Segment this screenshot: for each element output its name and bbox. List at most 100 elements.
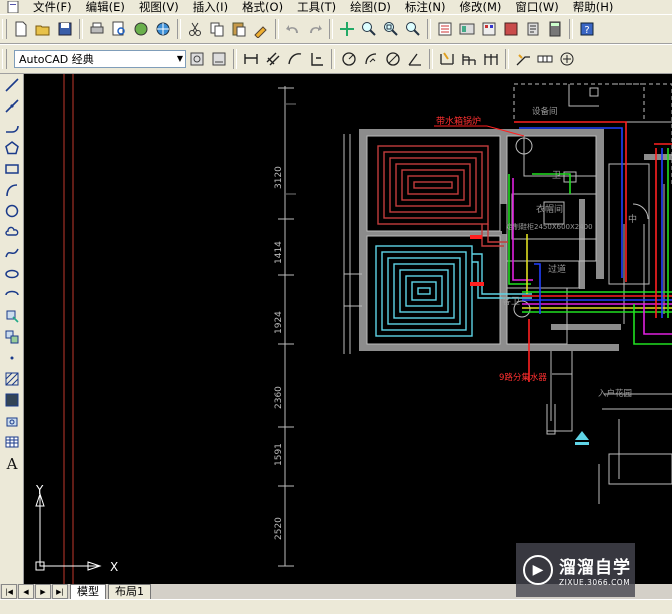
cut-icon[interactable] [184, 18, 206, 40]
workspace-dropdown[interactable]: AutoCAD 经典 ▼ [14, 50, 186, 68]
menu-view[interactable]: 视图(V) [132, 0, 186, 14]
play-logo-icon: ▶ [523, 555, 553, 585]
manifold-label: 9路分集水器 [499, 372, 547, 383]
tab-layout1[interactable]: 布局1 [108, 584, 151, 599]
toolbar-separator [331, 49, 335, 69]
plot-preview-icon[interactable] [108, 18, 130, 40]
shoe-cabinet-label: 定制鞋柜2450X600X2400 [506, 222, 593, 231]
spline-icon[interactable] [2, 242, 22, 263]
print-icon[interactable] [86, 18, 108, 40]
globe-icon[interactable] [152, 18, 174, 40]
baseline-dimension-icon[interactable] [458, 48, 480, 70]
arc-icon[interactable] [2, 179, 22, 200]
circle-icon[interactable] [2, 200, 22, 221]
ordinate-dimension-icon[interactable] [306, 48, 328, 70]
redo-icon[interactable] [304, 18, 326, 40]
quick-dimension-icon[interactable] [436, 48, 458, 70]
angular-dimension-icon[interactable] [404, 48, 426, 70]
multiline-text-icon[interactable]: A [2, 452, 22, 473]
make-block-icon[interactable] [2, 326, 22, 347]
open-icon[interactable] [32, 18, 54, 40]
menu-edit[interactable]: 编辑(E) [79, 0, 132, 14]
dim-1924: 1924 [274, 311, 284, 334]
calculator-icon[interactable] [544, 18, 566, 40]
sheet-set-icon[interactable] [500, 18, 522, 40]
toolbar-grip[interactable] [2, 49, 7, 69]
quick-leader-icon[interactable] [512, 48, 534, 70]
markup-icon[interactable] [522, 18, 544, 40]
menu-dimension[interactable]: 标注(N) [398, 0, 453, 14]
last-tab-icon[interactable]: ▶| [52, 584, 68, 599]
design-center-icon[interactable] [456, 18, 478, 40]
entry-garden-label: 入户花园 [598, 388, 632, 399]
tab-model[interactable]: 模型 [70, 584, 106, 599]
center-mark-icon[interactable] [556, 48, 578, 70]
construction-line-icon[interactable] [2, 95, 22, 116]
gradient-icon[interactable] [2, 389, 22, 410]
prev-tab-icon[interactable]: ◀ [18, 584, 34, 599]
properties-icon[interactable] [434, 18, 456, 40]
line-icon[interactable] [2, 74, 22, 95]
menu-draw[interactable]: 绘图(D) [343, 0, 398, 14]
ellipse-arc-icon[interactable] [2, 284, 22, 305]
polygon-icon[interactable] [2, 137, 22, 158]
copy-icon[interactable] [206, 18, 228, 40]
toolbar-separator [569, 19, 573, 39]
toolbar-grip[interactable] [2, 19, 7, 39]
revision-cloud-icon[interactable] [2, 221, 22, 242]
workspace-settings-icon[interactable] [186, 48, 208, 70]
help-icon[interactable]: ? [576, 18, 598, 40]
menu-window[interactable]: 窗口(W) [508, 0, 565, 14]
zoom-window-icon[interactable] [380, 18, 402, 40]
toolbar-separator [329, 19, 333, 39]
menu-format[interactable]: 格式(O) [235, 0, 290, 14]
ellipse-icon[interactable] [2, 263, 22, 284]
standard-toolbar: ? [0, 14, 672, 44]
paste-icon[interactable] [228, 18, 250, 40]
jogged-dimension-icon[interactable] [360, 48, 382, 70]
my-workspace-icon[interactable] [208, 48, 230, 70]
bath-label: 卫 [552, 171, 561, 181]
radius-dimension-icon[interactable] [338, 48, 360, 70]
watermark-text: 溜溜自学 ZIXUE.3066.COM [559, 553, 631, 587]
dim-1414: 1414 [274, 241, 284, 264]
ucs-y-label: Y [35, 484, 44, 497]
undo-icon[interactable] [282, 18, 304, 40]
pan-icon[interactable] [336, 18, 358, 40]
polyline-icon[interactable] [2, 116, 22, 137]
zoom-realtime-icon[interactable] [358, 18, 380, 40]
region-icon[interactable] [2, 410, 22, 431]
menu-file[interactable]: 文件(F) [26, 0, 79, 14]
new-icon[interactable] [10, 18, 32, 40]
next-tab-icon[interactable]: ▶ [35, 584, 51, 599]
match-properties-icon[interactable] [250, 18, 272, 40]
table-icon[interactable] [2, 431, 22, 452]
aligned-dimension-icon[interactable] [262, 48, 284, 70]
equipment-room-label: 设备间 [532, 106, 558, 117]
menu-insert[interactable]: 插入(I) [186, 0, 235, 14]
tool-palettes-icon[interactable] [478, 18, 500, 40]
ucs-icon: Y X [35, 484, 118, 574]
save-icon[interactable] [54, 18, 76, 40]
arc-length-icon[interactable] [284, 48, 306, 70]
dim-2360: 2360 [274, 386, 284, 409]
publish-icon[interactable] [130, 18, 152, 40]
diameter-dimension-icon[interactable] [382, 48, 404, 70]
tolerance-icon[interactable] [534, 48, 556, 70]
continue-dimension-icon[interactable] [480, 48, 502, 70]
insert-block-icon[interactable] [2, 305, 22, 326]
drawing-canvas[interactable]: 带水箱锅炉 9路分集水器 设备间 衣帽间 过道 客卫 卫 中 入户花园 定制鞋柜… [24, 74, 672, 584]
menu-help[interactable]: 帮助(H) [566, 0, 621, 14]
menu-tools[interactable]: 工具(T) [290, 0, 343, 14]
toolbar-separator [177, 19, 181, 39]
ucs-x-label: X [110, 560, 118, 574]
toolbar-separator [505, 49, 509, 69]
linear-dimension-icon[interactable] [240, 48, 262, 70]
zoom-previous-icon[interactable] [402, 18, 424, 40]
point-icon[interactable] [2, 347, 22, 368]
menu-modify[interactable]: 修改(M) [453, 0, 509, 14]
document-icon[interactable] [6, 1, 20, 13]
rectangle-icon[interactable] [2, 158, 22, 179]
hatch-icon[interactable] [2, 368, 22, 389]
first-tab-icon[interactable]: |◀ [1, 584, 17, 599]
